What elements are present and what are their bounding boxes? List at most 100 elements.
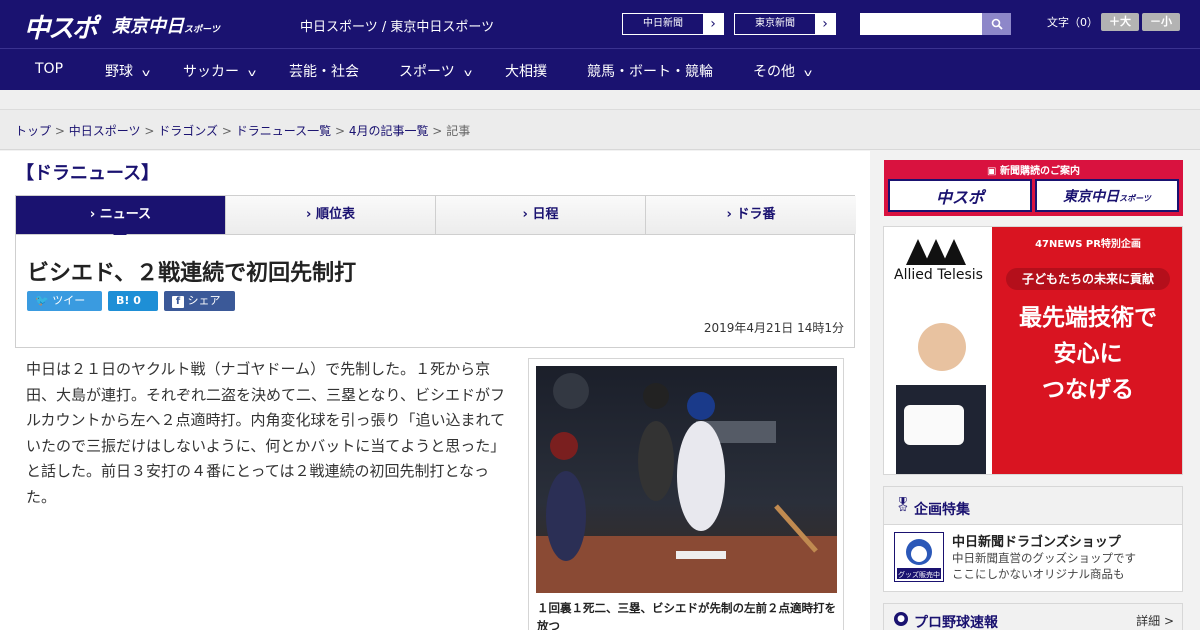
- feature-desc-line: ここにしかないオリジナル商品も: [952, 567, 1125, 581]
- nav-label: サッカー: [183, 64, 239, 80]
- nav-label: その他: [753, 64, 795, 80]
- article-photo[interactable]: [536, 366, 837, 593]
- pro-baseball-title: プロ野球速報: [914, 615, 998, 630]
- advertisement-banner[interactable]: Allied Telesis 47NEWS PR特別企画 子どもたちの未来に貢献…: [883, 226, 1183, 475]
- tokyo-shimbun-link[interactable]: 東京新聞 ›: [734, 13, 836, 35]
- breadcrumb-separator: >: [432, 124, 443, 138]
- breadcrumb-link[interactable]: ドラゴンズ: [158, 124, 218, 138]
- ad-line: 安心に: [1053, 341, 1123, 367]
- chuspo-logo[interactable]: 中スポ: [24, 8, 98, 45]
- breadcrumb-separator: >: [144, 124, 155, 138]
- chunichi-shimbun-label: 中日新聞: [643, 18, 683, 29]
- tab-label: ドラ番: [736, 207, 776, 222]
- search-button[interactable]: [982, 13, 1011, 35]
- facebook-share-button[interactable]: f シェア 0: [164, 291, 235, 327]
- tokyo-sub-text: 東京中日: [1063, 189, 1120, 205]
- article-body: 中日は２１日のヤクルト戦（ナゴヤドーム）で先制した。１死から京田、大島が連打。そ…: [26, 360, 506, 506]
- feature-box: 🎖 企画特集 グッズ販売中 中日新聞ドラゴンズショップ 中日新聞直営のグッズショ…: [883, 486, 1183, 592]
- breadcrumb-link[interactable]: ドラニュース一覧: [236, 124, 331, 138]
- site-title: 中日スポーツ / 東京中日スポーツ: [300, 20, 495, 35]
- font-size-label: 文字（0）: [1047, 16, 1098, 29]
- photo-box: １回裏１死二、三塁、ビシエドが先制の左前２点適時打を放つ: [528, 358, 844, 630]
- breadcrumb-separator: >: [334, 124, 345, 138]
- hatena-bookmark-button[interactable]: B! 0: [108, 291, 158, 311]
- ad-line: つなげる: [1042, 377, 1134, 403]
- allied-telesis-logo-icon: [906, 239, 966, 265]
- nav-item-sports[interactable]: スポーツ v: [399, 61, 472, 81]
- tab-label: 日程: [532, 207, 559, 222]
- tab-news[interactable]: › ニュース: [16, 196, 226, 241]
- nav-item-entertainment[interactable]: 芸能・社会: [289, 61, 359, 81]
- nav-item-soccer[interactable]: サッカー v: [183, 61, 257, 81]
- breadcrumb-current: 記事: [446, 124, 471, 138]
- nav-label: 競馬・ボート・競輪: [587, 64, 713, 80]
- tokyo-sub-small: スポーツ: [1119, 194, 1151, 203]
- ad-pill-text: 子どもたちの未来に貢献: [1006, 268, 1170, 290]
- main-nav: TOP 野球 v サッカー v 芸能・社会 スポーツ v 大相撲 競馬・ボート・競輪 …: [0, 48, 1200, 90]
- tweet-button[interactable]: 🐦 ツイート: [27, 291, 102, 327]
- chevron-right-icon: ›: [703, 14, 723, 34]
- breadcrumb-link[interactable]: トップ: [15, 124, 51, 138]
- tab-reporter[interactable]: › ドラ番: [646, 196, 856, 234]
- chevron-down-icon: v: [463, 68, 472, 79]
- newspaper-icon: ▣: [987, 166, 997, 177]
- nav-label: 野球: [105, 64, 133, 80]
- chuspo-subscribe-button[interactable]: 中スポ: [888, 179, 1032, 212]
- pro-baseball-box: ● プロ野球速報 詳細 >: [883, 603, 1183, 630]
- article-headline: ビシエド、２戦連続で初回先制打: [27, 261, 357, 286]
- tab-label: ニュース: [99, 207, 152, 222]
- nav-item-other[interactable]: その他 v: [753, 61, 813, 81]
- breadcrumb-separator: >: [221, 124, 232, 138]
- thumb-label: グッズ販売中: [898, 570, 940, 579]
- nav-label: 大相撲: [505, 64, 547, 80]
- search-icon: [991, 18, 1003, 30]
- tokyo-chunichi-subscribe-button[interactable]: 東京中日スポーツ: [1035, 179, 1179, 212]
- pro-baseball-details-link[interactable]: 詳細 >: [1136, 612, 1174, 629]
- breadcrumb: トップ > 中日スポーツ > ドラゴンズ > ドラニュース一覧 > 4月の記事一…: [15, 122, 470, 139]
- dragons-shop-thumbnail[interactable]: グッズ販売中: [894, 532, 944, 582]
- section-title: 【ドラニュース】: [16, 163, 160, 184]
- tokyo-logo-text: 東京中日: [112, 16, 184, 37]
- nav-item-racing[interactable]: 競馬・ボート・競輪: [587, 61, 713, 81]
- chunichi-shimbun-link[interactable]: 中日新聞 ›: [622, 13, 724, 35]
- font-larger-button[interactable]: ＋大: [1101, 13, 1139, 31]
- feature-desc-line: 中日新聞直営のグッズショップです: [952, 551, 1136, 565]
- nav-label: 芸能・社会: [289, 64, 359, 80]
- nav-item-sumo[interactable]: 大相撲: [505, 61, 547, 81]
- tokyo-logo-sub: スポーツ: [184, 25, 220, 35]
- baseball-photo-illustration: [536, 366, 837, 593]
- nav-label: TOP: [35, 61, 64, 77]
- breadcrumb-area: トップ > 中日スポーツ > ドラゴンズ > ドラニュース一覧 > 4月の記事一…: [0, 110, 1200, 150]
- ad-headline: 最先端技術で 安心に つなげる: [992, 300, 1182, 408]
- ad-top-text: 47NEWS PR特別企画: [1035, 239, 1141, 250]
- breadcrumb-link[interactable]: 中日スポーツ: [69, 124, 141, 138]
- tab-schedule[interactable]: › 日程: [436, 196, 646, 234]
- spacer-bar: [0, 90, 1200, 110]
- chevron-down-icon: v: [141, 68, 151, 79]
- ad-brand-name: Allied Telesis: [894, 267, 983, 283]
- chevron-right-icon: ›: [815, 14, 835, 34]
- nav-item-top[interactable]: TOP: [35, 61, 63, 77]
- feature-title: 企画特集: [914, 502, 970, 518]
- tab-standings[interactable]: › 順位表: [226, 196, 436, 234]
- top-header: 中スポ 東京中日スポーツ 中日スポーツ / 東京中日スポーツ 中日新聞 › 東京…: [0, 0, 1200, 48]
- nav-label: スポーツ: [399, 64, 455, 80]
- chevron-down-icon: v: [247, 68, 257, 79]
- tokyo-chunichi-logo[interactable]: 東京中日スポーツ: [112, 12, 220, 38]
- article-header: ビシエド、２戦連続で初回先制打 🐦 ツイート B! 0 f シェア 0 2019…: [15, 235, 855, 348]
- nav-item-baseball[interactable]: 野球 v: [105, 61, 151, 81]
- breadcrumb-link[interactable]: 4月の記事一覧: [349, 124, 429, 138]
- ad-line: 最先端技術で: [1019, 305, 1157, 331]
- feature-link-name[interactable]: 中日新聞ドラゴンズショップ: [952, 531, 1121, 550]
- presenter-illustration: [896, 323, 986, 474]
- feature-description: 中日新聞直営のグッズショップです ここにしかないオリジナル商品も: [952, 550, 1136, 582]
- ribbon-icon: 🎖: [894, 497, 912, 513]
- font-smaller-button[interactable]: －小: [1142, 13, 1180, 31]
- article-date: 2019年4月21日 14時1分: [703, 321, 844, 335]
- facebook-icon: f: [172, 296, 184, 308]
- breadcrumb-separator: >: [54, 124, 65, 138]
- tab-bar: › ニュース › 順位表 › 日程 › ドラ番: [15, 195, 856, 241]
- search-input[interactable]: [860, 13, 982, 35]
- hatena-label: B! 0: [116, 294, 141, 307]
- chevron-down-icon: v: [803, 68, 813, 79]
